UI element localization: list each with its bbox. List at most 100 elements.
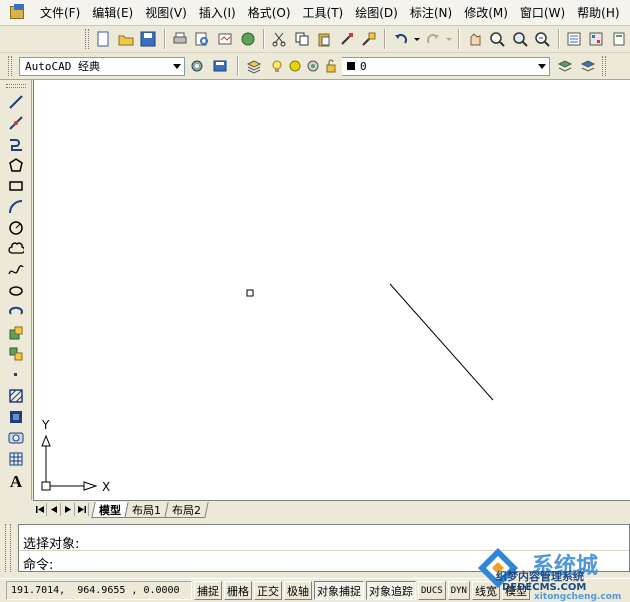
autocad-app-icon[interactable] — [8, 3, 30, 23]
open-folder-icon[interactable] — [116, 29, 137, 50]
toolbar-separator — [458, 29, 460, 49]
command-box[interactable]: 选择对象: 命令: — [18, 524, 630, 573]
layer-unlock-icon — [320, 56, 341, 77]
match-properties-brush-icon[interactable] — [336, 29, 357, 50]
toolbar-grip[interactable] — [8, 56, 12, 76]
previous-tab-icon[interactable] — [47, 503, 61, 516]
tool-palettes-icon[interactable] — [609, 29, 630, 50]
menu-window[interactable]: 窗口(W) — [514, 4, 571, 21]
grid-toggle[interactable]: 栅格 — [224, 581, 252, 600]
redo-icon[interactable] — [423, 29, 444, 50]
layout-tabs: 模型 布局1 布局2 — [33, 500, 630, 518]
table-icon[interactable] — [5, 449, 27, 469]
ucs-icon — [41, 434, 98, 491]
menu-draw[interactable]: 绘图(D) — [349, 4, 404, 21]
save-icon[interactable] — [138, 29, 159, 50]
tab-layout2-label: 布局2 — [172, 503, 202, 516]
layer-manager-icon[interactable] — [243, 56, 264, 77]
last-tab-icon[interactable] — [75, 503, 89, 516]
layer-previous-icon[interactable] — [577, 56, 598, 77]
make-block-icon[interactable] — [5, 344, 27, 364]
tab-layout1[interactable]: 布局1 — [124, 501, 169, 518]
menu-file[interactable]: 文件(F) — [34, 4, 86, 21]
tab-layout2[interactable]: 布局2 — [164, 501, 209, 518]
drawing-canvas[interactable]: Y X — [33, 80, 630, 500]
zoom-previous-icon[interactable] — [532, 29, 553, 50]
toolbar-grip[interactable] — [602, 56, 606, 76]
insert-block-icon[interactable] — [5, 323, 27, 343]
ducs-toggle[interactable]: DUCS — [418, 581, 446, 600]
chevron-down-icon — [173, 63, 181, 69]
menu-modify[interactable]: 修改(M) — [458, 4, 514, 21]
undo-icon[interactable] — [390, 29, 411, 50]
workspace-settings-icon[interactable] — [186, 56, 207, 77]
toolbar-grip[interactable] — [6, 84, 26, 88]
hatch-icon[interactable] — [5, 386, 27, 406]
tab-model[interactable]: 模型 — [91, 501, 129, 518]
workspace-select[interactable]: AutoCAD 经典 — [19, 56, 185, 76]
zoom-realtime-icon[interactable] — [487, 29, 508, 50]
workspace-layer-toolbar: AutoCAD 经典 0 — [0, 53, 630, 80]
lineweight-toggle[interactable]: 线宽 — [471, 581, 500, 600]
arc-icon[interactable] — [5, 197, 27, 217]
paste-icon[interactable] — [314, 29, 335, 50]
spline-icon[interactable] — [5, 260, 27, 280]
object-tracking-toggle[interactable]: 对象追踪 — [366, 581, 416, 600]
command-prompt[interactable]: 命令: — [23, 554, 53, 573]
save-workspace-icon[interactable] — [209, 56, 230, 77]
zoom-window-icon[interactable] — [510, 29, 531, 50]
snap-toggle[interactable]: 捕捉 — [194, 581, 222, 600]
status-bar: 191.7014, 964.9655 , 0.0000 捕捉 栅格 正交 极轴 … — [0, 578, 630, 602]
ellipse-arc-icon[interactable] — [5, 302, 27, 322]
line-icon[interactable] — [5, 92, 27, 112]
rectangle-icon[interactable] — [5, 176, 27, 196]
etransmit-globe-icon[interactable] — [237, 29, 258, 50]
chevron-down-icon — [538, 63, 546, 69]
menu-insert[interactable]: 插入(I) — [193, 4, 242, 21]
polyline-icon[interactable] — [5, 134, 27, 154]
menu-edit[interactable]: 编辑(E) — [86, 4, 139, 21]
drawn-line[interactable] — [389, 283, 494, 401]
polar-toggle[interactable]: 极轴 — [284, 581, 312, 600]
undo-dropdown-icon[interactable] — [413, 29, 421, 50]
toolbar-grip[interactable] — [85, 29, 90, 49]
gradient-icon[interactable] — [5, 407, 27, 427]
menu-tools[interactable]: 工具(T) — [297, 4, 350, 21]
cut-icon[interactable] — [269, 29, 290, 50]
make-object-layer-current-icon[interactable] — [554, 56, 575, 77]
first-tab-icon[interactable] — [33, 503, 47, 516]
workspace-select-value: AutoCAD 经典 — [25, 60, 100, 73]
menu-view[interactable]: 视图(V) — [139, 4, 193, 21]
new-file-icon[interactable] — [93, 29, 114, 50]
object-snap-toggle[interactable]: 对象捕捉 — [314, 581, 364, 600]
layer-select[interactable]: 0 — [342, 56, 550, 76]
print-preview-icon[interactable] — [192, 29, 213, 50]
circle-icon[interactable] — [5, 218, 27, 238]
menu-dimension[interactable]: 标注(N) — [404, 4, 458, 21]
menu-help[interactable]: 帮助(H) — [571, 4, 625, 21]
construction-line-icon[interactable] — [5, 113, 27, 133]
menu-format[interactable]: 格式(O) — [242, 4, 297, 21]
toolbar-separator — [237, 56, 238, 76]
point-icon[interactable] — [5, 365, 27, 385]
redo-dropdown-icon[interactable] — [445, 29, 453, 50]
region-icon[interactable] — [5, 428, 27, 448]
design-center-icon[interactable] — [586, 29, 607, 50]
coordinates-readout: 191.7014, 964.9655 , 0.0000 — [6, 581, 192, 600]
polygon-icon[interactable] — [5, 155, 27, 175]
dyn-toggle[interactable]: DYN — [447, 581, 470, 600]
next-tab-icon[interactable] — [61, 503, 75, 516]
properties-icon[interactable] — [564, 29, 585, 50]
ellipse-icon[interactable] — [5, 281, 27, 301]
ortho-toggle[interactable]: 正交 — [254, 581, 282, 600]
print-icon[interactable] — [170, 29, 191, 50]
publish-icon[interactable] — [215, 29, 236, 50]
block-editor-icon[interactable] — [359, 29, 380, 50]
copy-icon[interactable] — [291, 29, 312, 50]
model-toggle[interactable]: 模型 — [501, 581, 530, 600]
standard-toolbar — [0, 26, 630, 53]
pan-realtime-icon[interactable] — [464, 29, 485, 50]
command-window-grip[interactable] — [5, 524, 11, 572]
revision-cloud-icon[interactable] — [5, 239, 27, 259]
multiline-text-icon[interactable]: A — [5, 472, 27, 492]
